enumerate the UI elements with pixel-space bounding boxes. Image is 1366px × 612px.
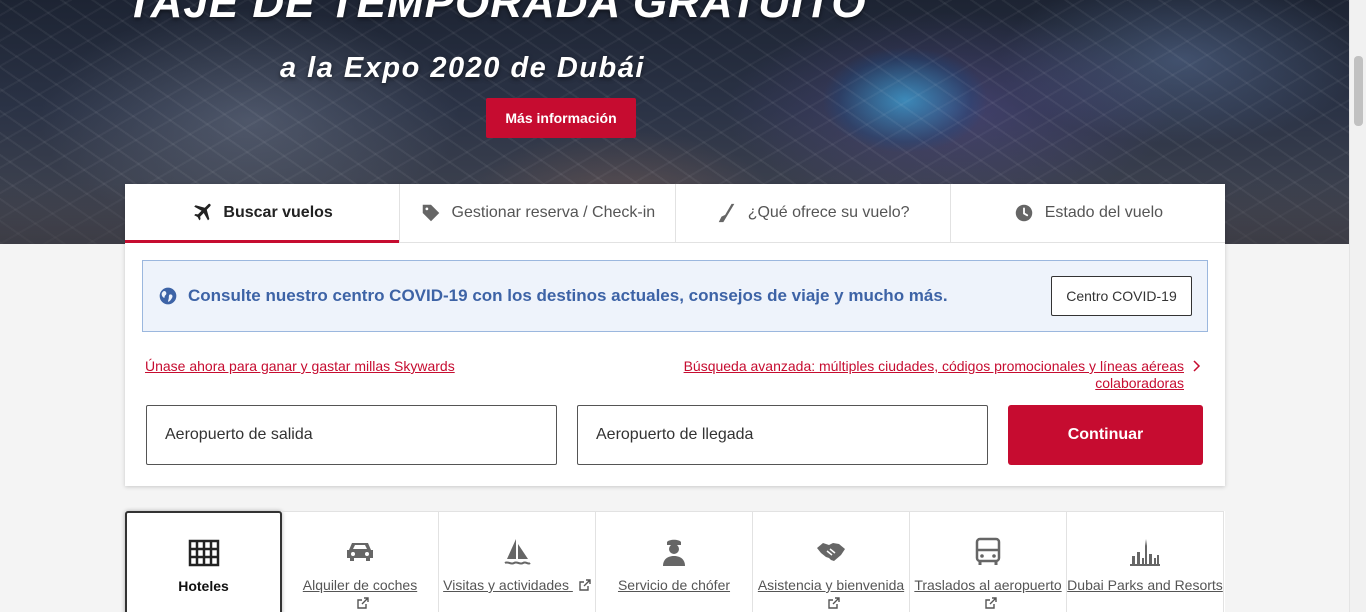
skywards-join-link[interactable]: Únase ahora para ganar y gastar millas S… — [145, 358, 455, 374]
tab-label: ¿Qué ofrece su vuelo? — [747, 204, 910, 221]
external-link-icon — [357, 597, 369, 609]
external-link-icon — [579, 579, 591, 591]
scrollbar-thumb[interactable] — [1354, 56, 1363, 126]
tab-search-flights[interactable]: Buscar vuelos — [125, 184, 401, 243]
chauffeur-icon — [663, 539, 685, 566]
more-info-button[interactable]: Más información — [486, 98, 636, 138]
car-icon — [347, 543, 373, 561]
globe-icon — [159, 287, 177, 305]
tag-icon — [422, 204, 439, 222]
service-tours[interactable]: Visitas y actividades — [439, 511, 596, 612]
hotel-icon — [188, 539, 219, 567]
service-label: Traslados al aeropuerto — [910, 576, 1066, 612]
service-label: Asistencia y bienvenida — [753, 576, 909, 612]
chevron-right-icon — [1193, 360, 1201, 372]
seat-icon — [718, 203, 735, 223]
tab-label: Gestionar reserva / Check-in — [451, 204, 656, 221]
bus-icon — [975, 537, 1001, 565]
advanced-search-link[interactable]: Búsqueda avanzada: múltiples ciudades, c… — [664, 358, 1184, 392]
covid-center-button[interactable]: Centro COVID-19 — [1051, 276, 1192, 316]
tab-manage-booking[interactable]: Gestionar reserva / Check-in — [400, 184, 676, 242]
service-hotels[interactable]: Hoteles — [125, 511, 282, 612]
booking-tabs: Buscar vuelos Gestionar reserva / Check-… — [125, 184, 1225, 243]
hero-subtitle: a la Expo 2020 de Dubái — [280, 52, 645, 84]
plane-icon — [194, 203, 212, 221]
page-scrollbar[interactable] — [1349, 0, 1366, 612]
service-assistance[interactable]: Asistencia y bienvenida — [753, 511, 910, 612]
service-label: Servicio de chófer — [617, 577, 731, 593]
sailboat-icon — [504, 539, 531, 565]
tab-label: Estado del vuelo — [1044, 204, 1164, 221]
external-link-icon — [828, 597, 840, 609]
service-label: Alquiler de coches — [303, 576, 417, 612]
covid-notice: Consulte nuestro centro COVID-19 con los… — [142, 260, 1208, 332]
service-label: Dubai Parks and Resorts — [1067, 577, 1223, 593]
covid-message: Consulte nuestro centro COVID-19 con los… — [188, 286, 948, 305]
services-row: Hoteles Alquiler de coches Visitas y act… — [125, 511, 1225, 612]
external-link-icon — [985, 597, 997, 609]
arrival-airport-input[interactable]: Aeropuerto de llegada — [577, 405, 988, 465]
booking-widget: Buscar vuelos Gestionar reserva / Check-… — [125, 184, 1225, 486]
service-label: Hoteles — [178, 578, 229, 594]
tab-label: Buscar vuelos — [223, 204, 333, 221]
handshake-icon — [817, 543, 845, 561]
tab-flight-status[interactable]: Estado del vuelo — [951, 184, 1225, 242]
page: TAJE DE TEMPORADA GRATUITO a la Expo 202… — [0, 0, 1366, 612]
clock-icon — [1015, 204, 1032, 222]
service-car-rental[interactable]: Alquiler de coches — [282, 511, 439, 612]
service-chauffeur[interactable]: Servicio de chófer — [596, 511, 753, 612]
service-label: Visitas y actividades — [443, 576, 591, 594]
skyline-icon — [1130, 539, 1160, 566]
service-dubai-parks[interactable]: Dubai Parks and Resorts — [1067, 511, 1224, 612]
service-airport-transfers[interactable]: Traslados al aeropuerto — [910, 511, 1067, 612]
continue-button[interactable]: Continuar — [1008, 405, 1203, 465]
departure-airport-input[interactable]: Aeropuerto de salida — [146, 405, 557, 465]
tab-flight-experience[interactable]: ¿Qué ofrece su vuelo? — [676, 184, 951, 242]
hero-title: TAJE DE TEMPORADA GRATUITO — [126, 0, 867, 27]
